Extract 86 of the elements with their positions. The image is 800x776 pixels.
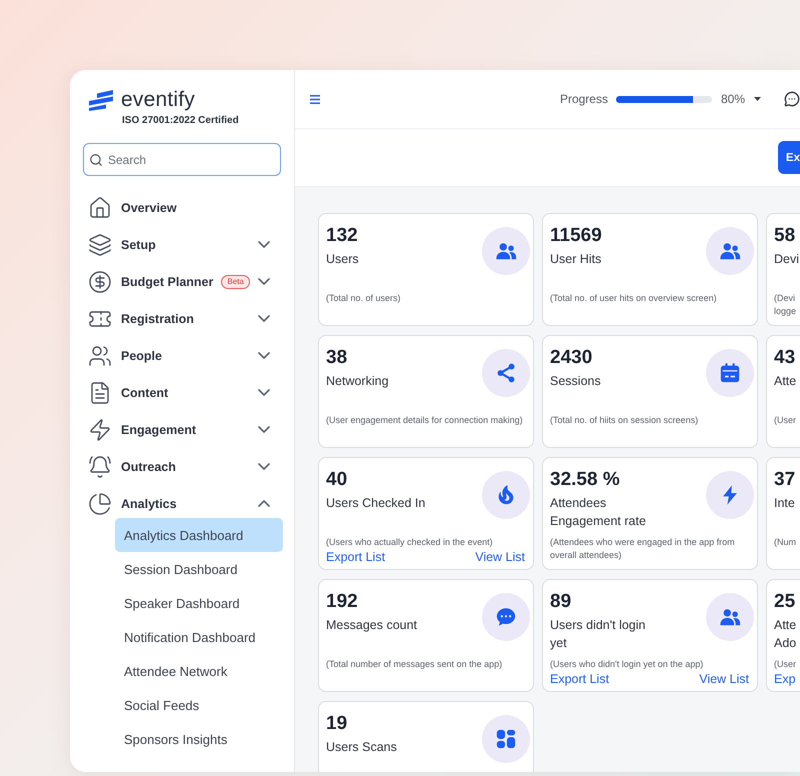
submenu-item[interactable]: Attendee Network	[115, 654, 283, 688]
stat-description: (Total no. of hiits on session screens)	[550, 414, 700, 427]
stat-label: Users Checked In	[326, 495, 426, 512]
stat-label: User Hits	[550, 251, 602, 268]
pie-chart-icon	[88, 492, 112, 516]
logo-text: eventify	[121, 88, 195, 112]
submenu-item[interactable]: Social Feeds	[115, 688, 283, 722]
card-link[interactable]: View List	[475, 549, 525, 565]
flame-icon	[482, 471, 530, 519]
bell-icon	[88, 454, 112, 478]
stat-description: (Users who actually checked in the event)	[326, 536, 494, 549]
people-icon	[88, 344, 112, 368]
progress-label: Progress	[560, 92, 608, 106]
caret-icon[interactable]	[754, 97, 761, 101]
dollar-icon	[88, 270, 112, 294]
stat-label: Atte Ado	[774, 617, 798, 652]
submenu-item[interactable]: Session Dashboard	[115, 552, 283, 586]
chat-icon[interactable]	[784, 91, 800, 107]
stat-label: Inte	[774, 495, 795, 512]
nav-item[interactable]: People	[70, 337, 294, 374]
progress-value: 80%	[720, 92, 745, 106]
stat-label: Attendees Engagement rate	[550, 495, 647, 530]
primary-button[interactable]: Ex	[778, 141, 800, 174]
bolt-icon	[706, 471, 754, 519]
search-icon	[89, 153, 103, 167]
stat-value: 37	[774, 468, 796, 492]
stat-description: (User	[774, 414, 797, 427]
stat-label: Atte	[774, 373, 796, 390]
stat-value: 38	[326, 346, 348, 370]
stat-value: 89	[550, 590, 572, 614]
stat-label: Sessions	[550, 373, 601, 390]
nav-item[interactable]: Registration	[70, 300, 294, 337]
stat-description: (Devi logge	[774, 292, 798, 318]
submenu-item[interactable]: Notification Dashboard	[115, 620, 283, 654]
home-icon	[88, 196, 112, 220]
users-icon	[482, 227, 530, 275]
nav-item[interactable]: Content	[70, 374, 294, 411]
stat-description: (Attendees who were engaged in the app from overall attendees)	[550, 536, 736, 562]
stat-value: 192	[326, 590, 358, 614]
stat-value: 40	[326, 468, 348, 492]
stat-description: (Total no. of user hits on overview screen)	[550, 292, 718, 305]
stat-description: (User	[774, 658, 797, 671]
users-icon	[706, 593, 754, 641]
users-icon	[706, 227, 754, 275]
share-icon	[482, 349, 530, 397]
stat-description: (Total number of messages sent on the app)	[326, 658, 504, 671]
stat-label: Messages count	[326, 617, 418, 634]
stat-label: Users didn't login yet	[550, 617, 646, 652]
grid-icon	[482, 715, 530, 763]
stat-description: (Total no. of users)	[326, 292, 402, 305]
search-field[interactable]: Search	[83, 143, 281, 176]
nav-item[interactable]: Budget Planner Beta	[70, 263, 294, 300]
stat-label: Networking	[326, 373, 389, 390]
stat-label: Users Scans	[326, 739, 397, 756]
stat-label: Devi	[774, 251, 800, 268]
certification-label: ISO 27001:2022 Certified	[122, 114, 239, 128]
nav-item[interactable]: Overview	[70, 189, 294, 226]
stat-value: 58	[774, 224, 796, 248]
stat-value: 19	[326, 712, 348, 736]
bolt-icon	[88, 418, 112, 442]
stat-description: (Users who didn't login yet on the app)	[550, 658, 704, 671]
stat-description: (User engagement details for connection making)	[326, 414, 524, 427]
nav-item[interactable]: Outreach	[70, 448, 294, 485]
chat-icon	[482, 593, 530, 641]
card-link[interactable]: View List	[699, 671, 749, 687]
submenu-item[interactable]: Speaker Dashboard	[115, 586, 283, 620]
layers-icon	[88, 232, 112, 256]
stat-value: 25	[774, 590, 796, 614]
stat-value: 132	[326, 224, 358, 248]
calendar-icon	[706, 349, 754, 397]
card-link[interactable]: Export List	[550, 671, 610, 687]
card-link[interactable]: Export List	[326, 549, 386, 565]
stat-description: (Num	[774, 536, 797, 549]
stat-value: 32.58 %	[550, 468, 620, 492]
stat-value: 11569	[550, 224, 602, 248]
menu-icon[interactable]	[310, 94, 320, 104]
stat-value: 43	[774, 346, 796, 370]
beta-badge: Beta	[221, 274, 250, 288]
logo-icon	[89, 89, 113, 111]
submenu-item[interactable]: Sponsors Insights	[115, 722, 283, 756]
nav-item[interactable]: Setup	[70, 226, 294, 263]
card-link[interactable]: Exp	[774, 671, 796, 687]
submenu-item[interactable]: Analytics Dashboard	[115, 518, 283, 552]
stat-value: 2430	[550, 346, 592, 370]
nav-item[interactable]: Engagement	[70, 411, 294, 448]
stat-label: Users	[326, 251, 359, 268]
